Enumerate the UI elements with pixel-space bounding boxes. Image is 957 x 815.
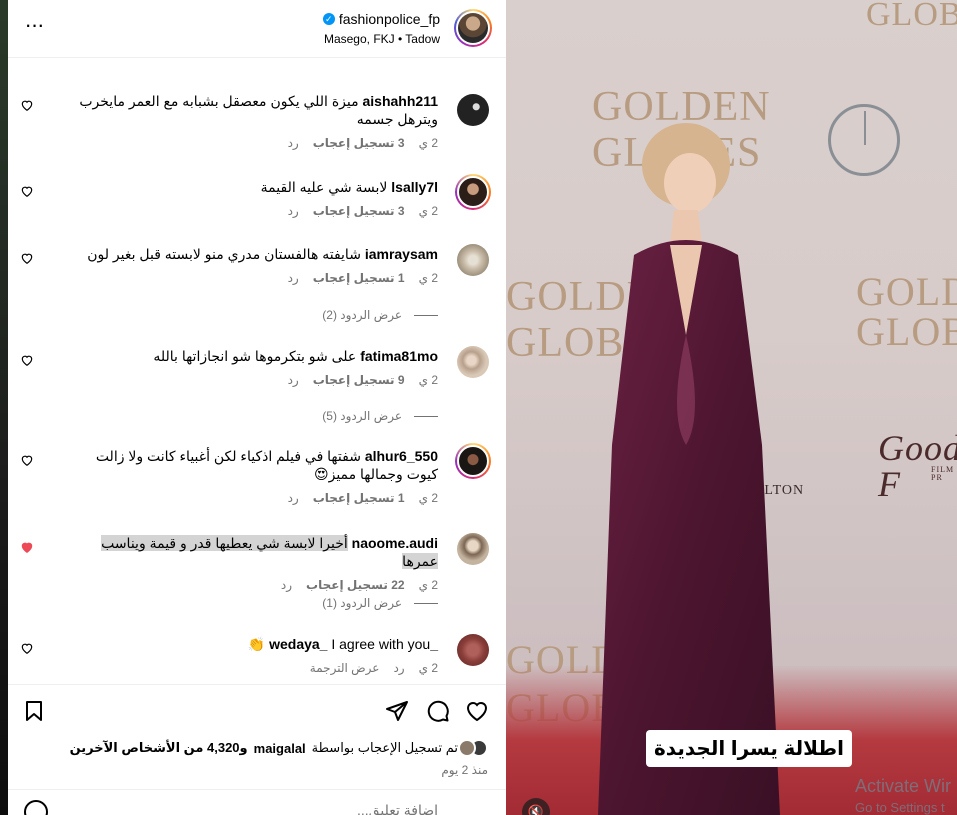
post-video[interactable]: GLOBES GOLDEN GLOBES GOLDEN GLOBES GOLDE… xyxy=(506,0,957,815)
post-time-ago[interactable]: منذ 2 يوم xyxy=(441,763,488,777)
more-options-icon[interactable]: ··· xyxy=(22,14,46,40)
reply-button[interactable]: رد xyxy=(288,489,299,507)
share-icon[interactable] xyxy=(385,699,409,723)
account-username-row[interactable]: ✓ fashionpolice_fp xyxy=(322,11,440,27)
comment-username[interactable]: fatima81mo xyxy=(360,348,438,364)
heart-icon[interactable] xyxy=(20,251,34,265)
comment-avatar[interactable] xyxy=(457,346,489,378)
heart-filled-icon[interactable] xyxy=(20,540,34,554)
comment-time[interactable]: 2 ي xyxy=(419,134,438,152)
comment-avatar[interactable] xyxy=(457,94,489,126)
view-replies-label[interactable]: عرض الردود (2) xyxy=(322,308,402,322)
add-comment-row: إضافة تعليق... xyxy=(8,789,506,815)
comment-text: لابسة شي عليه القيمة xyxy=(260,179,388,195)
comment-avatar[interactable] xyxy=(457,634,489,666)
sponsor-logo xyxy=(828,104,900,176)
comment-time[interactable]: 2 ي xyxy=(419,371,438,389)
person-in-gown xyxy=(598,123,780,815)
comment-avatar[interactable] xyxy=(457,533,489,565)
windows-activation-title: Activate Wir xyxy=(855,776,952,796)
comment-time[interactable]: 2 ي xyxy=(419,489,438,507)
comment-text: شايفته هالفستان مدري منو لابسته قبل بغير… xyxy=(87,246,361,262)
comment-time[interactable]: 2 ي xyxy=(419,659,438,677)
backdrop-text: GLOBES xyxy=(866,0,957,33)
sponsor-subtext: FILM PR xyxy=(931,465,955,482)
see-translation-button[interactable]: عرض الترجمة xyxy=(310,659,380,677)
heart-icon[interactable] xyxy=(20,641,34,655)
view-replies-label[interactable]: عرض الردود (1) xyxy=(322,596,402,610)
verified-icon: ✓ xyxy=(322,13,335,25)
comment-username[interactable]: iamraysam xyxy=(365,246,438,262)
comment-text: على شو بتكرموها شو انجازاتها بالله xyxy=(153,348,357,364)
comment-username[interactable]: lsally7l xyxy=(391,179,438,195)
view-replies-label[interactable]: عرض الردود (5) xyxy=(322,409,402,423)
comment-time[interactable]: 2 ي xyxy=(419,269,438,287)
comment-likes[interactable]: 1 تسجيل إعجاب xyxy=(313,269,405,287)
comment-time[interactable]: 2 ي xyxy=(419,576,438,594)
reply-button[interactable]: رد xyxy=(393,659,404,677)
bookmark-icon[interactable] xyxy=(22,699,46,723)
liked-by-avatars xyxy=(458,739,488,757)
video-caption: اطلالة يسرا الجديدة xyxy=(646,730,852,767)
heart-icon[interactable] xyxy=(20,98,34,112)
reply-button[interactable]: رد xyxy=(288,371,299,389)
post-comments-panel: ··· ✓ fashionpolice_fp Masego, FKJ • Tad… xyxy=(8,0,506,815)
liked-by-prefix: تم تسجيل الإعجاب بواسطة xyxy=(311,740,458,755)
reply-button[interactable]: رد xyxy=(281,576,292,594)
comment-avatar[interactable] xyxy=(455,443,491,479)
comment-time[interactable]: 2 ي xyxy=(419,202,438,220)
post-header: ··· ✓ fashionpolice_fp Masego, FKJ • Tad… xyxy=(8,0,506,58)
comment-likes[interactable]: 3 تسجيل إعجاب xyxy=(313,134,405,152)
backdrop-text: GLOBES xyxy=(856,309,957,354)
reply-button[interactable]: رد xyxy=(288,269,299,287)
add-comment-input[interactable]: إضافة تعليق... xyxy=(357,802,438,815)
post-actions: تم تسجيل الإعجاب بواسطة maigalal و4,320 … xyxy=(8,684,506,815)
comment-username[interactable]: alhur6_550 xyxy=(365,448,438,464)
liked-by-others[interactable]: و4,320 من الأشخاص الآخرين xyxy=(70,740,248,756)
liked-by-user[interactable]: maigalal xyxy=(254,741,306,756)
windows-activation-subtitle: Go to Settings t xyxy=(855,800,945,815)
comment-likes[interactable]: 22 تسجيل إعجاب xyxy=(306,576,405,594)
view-replies-button[interactable]: عرض الردود (2) xyxy=(322,308,438,322)
heart-icon[interactable] xyxy=(20,353,34,367)
comment-avatar[interactable] xyxy=(457,244,489,276)
liked-by-summary: تم تسجيل الإعجاب بواسطة maigalal و4,320 … xyxy=(70,739,488,757)
comment-likes[interactable]: 9 تسجيل إعجاب xyxy=(313,371,405,389)
comments-list: aishahh211 ميزة اللي يكون معصقل بشبابه م… xyxy=(8,58,506,683)
account-username[interactable]: fashionpolice_fp xyxy=(339,11,440,27)
comment-username[interactable]: naoome.audi xyxy=(352,535,438,551)
backdrop-text: GOLDEN xyxy=(856,269,957,314)
comment-icon[interactable] xyxy=(426,699,450,723)
like-icon[interactable] xyxy=(465,699,489,723)
audio-subtitle[interactable]: Masego, FKJ • Tadow xyxy=(323,32,440,46)
view-replies-button[interactable]: عرض الردود (1) xyxy=(322,596,438,610)
reply-button[interactable]: رد xyxy=(288,202,299,220)
account-info: ✓ fashionpolice_fp Masego, FKJ • Tadow xyxy=(322,11,440,46)
emoji-icon[interactable] xyxy=(24,800,48,815)
comment-username[interactable]: aishahh211 xyxy=(363,93,439,109)
heart-icon[interactable] xyxy=(20,184,34,198)
background-page-strip xyxy=(0,0,8,815)
account-avatar[interactable] xyxy=(454,9,492,47)
reply-button[interactable]: رد xyxy=(288,134,299,152)
comment-likes[interactable]: 3 تسجيل إعجاب xyxy=(313,202,405,220)
comment-avatar[interactable] xyxy=(455,174,491,210)
heart-icon[interactable] xyxy=(20,453,34,467)
view-replies-button[interactable]: عرض الردود (5) xyxy=(322,409,438,423)
comment-likes[interactable]: 1 تسجيل إعجاب xyxy=(313,489,405,507)
